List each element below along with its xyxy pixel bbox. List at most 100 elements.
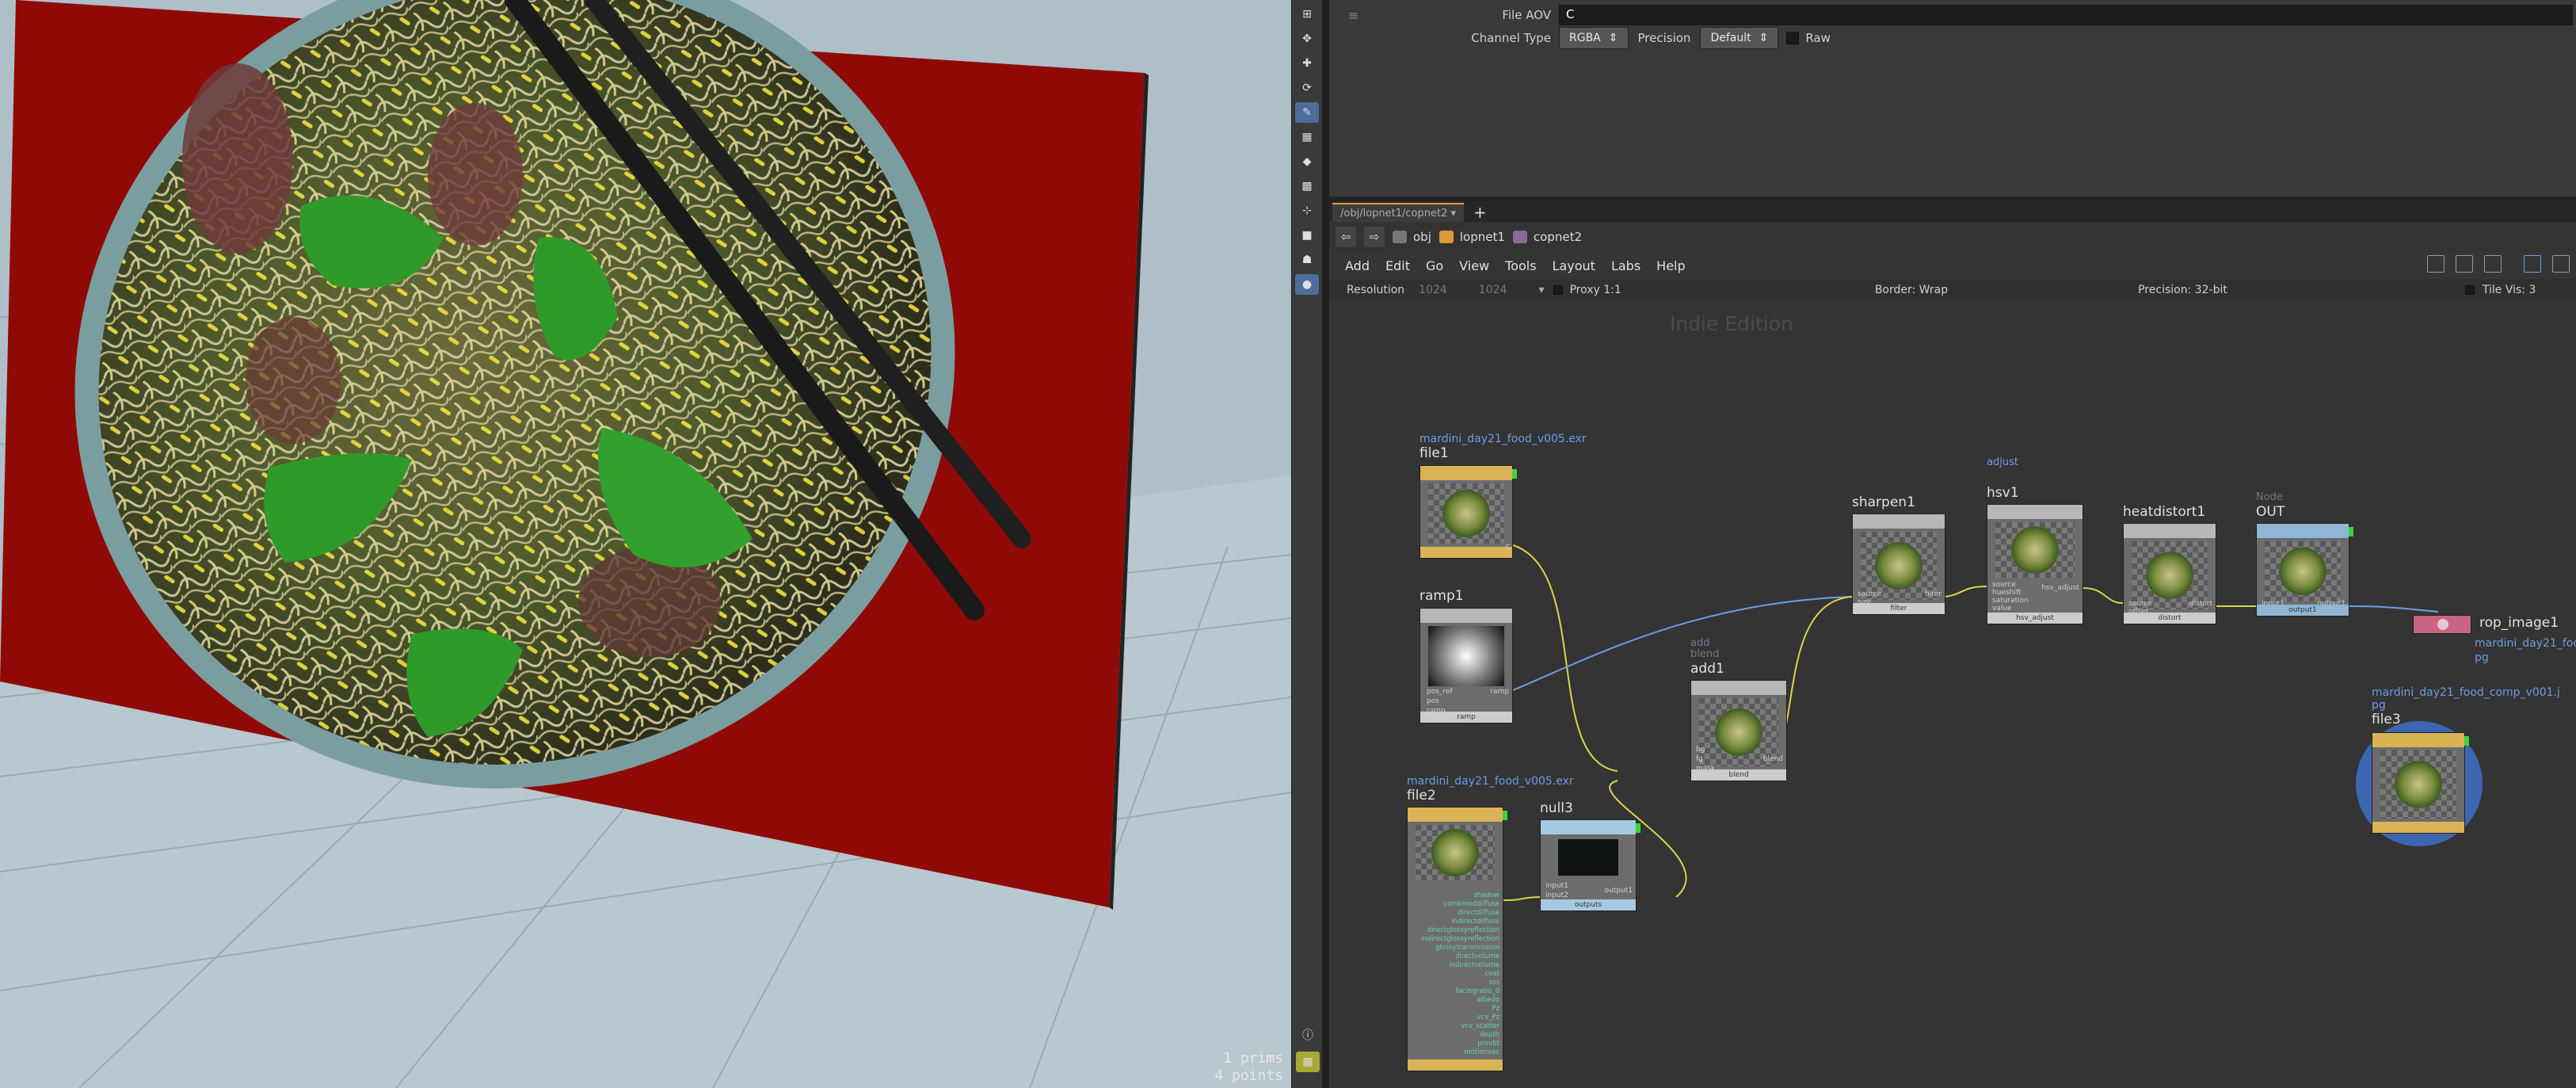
- file2-port[interactable]: glossytransmission: [1421, 944, 1499, 952]
- file2-port[interactable]: indirectdiffuse: [1421, 918, 1499, 926]
- port-saturation[interactable]: saturation: [1992, 597, 2029, 605]
- menu-view[interactable]: View: [1459, 258, 1489, 273]
- file2-port[interactable]: indirectvolume: [1421, 961, 1499, 970]
- breadcrumb-lopnet1[interactable]: lopnet1: [1439, 230, 1505, 244]
- tree-icon[interactable]: [2456, 255, 2473, 273]
- node-file1[interactable]: C: [1419, 465, 1517, 559]
- port-pos-ref[interactable]: pos_ref: [1427, 688, 1453, 696]
- port-source[interactable]: source: [1858, 590, 1881, 598]
- port-fg[interactable]: fg: [1696, 755, 1703, 763]
- grid-view-icon[interactable]: [2524, 255, 2541, 273]
- node-out[interactable]: input1 input2 output1 output1: [2256, 523, 2353, 617]
- snap-point-icon[interactable]: ◆: [1295, 151, 1319, 172]
- menu-go[interactable]: Go: [1426, 258, 1443, 273]
- port-distort[interactable]: distort: [2189, 600, 2212, 608]
- file2-port[interactable]: combineddiffuse: [1421, 900, 1499, 909]
- menu-layout[interactable]: Layout: [1553, 258, 1595, 273]
- node-null3[interactable]: input1 input2 output1 outputs: [1540, 819, 1640, 911]
- node-sharpen1[interactable]: source size mask filter filter: [1852, 513, 1945, 615]
- scene-viewport[interactable]: 1 prims 4 points: [0, 0, 1291, 1088]
- file2-port[interactable]: vcv_scatter: [1421, 1022, 1499, 1031]
- file2-port[interactable]: vcv_Pz: [1421, 1014, 1499, 1022]
- port-bg[interactable]: bg: [1696, 746, 1705, 754]
- menu-labs[interactable]: Labs: [1611, 258, 1640, 273]
- display-flag[interactable]: [1636, 823, 1640, 833]
- menu-edit[interactable]: Edit: [1385, 258, 1410, 273]
- channel-type-select[interactable]: RGBA ⇕: [1559, 27, 1629, 49]
- proxy-checkbox[interactable]: [1553, 285, 1564, 295]
- port-source[interactable]: source: [2128, 600, 2152, 608]
- port-filter[interactable]: filter: [1925, 590, 1942, 598]
- port-source[interactable]: source: [1992, 581, 2016, 589]
- port-input1[interactable]: input1: [1545, 882, 1568, 890]
- wrench-icon[interactable]: [2427, 255, 2445, 273]
- res-width-field[interactable]: 1024: [1419, 284, 1447, 296]
- select-icon[interactable]: ✥: [1295, 29, 1319, 49]
- raw-checkbox[interactable]: [1786, 32, 1800, 44]
- node-ramp1[interactable]: pos_ref pos ramp ramp ramp: [1419, 608, 1513, 723]
- lights-icon[interactable]: ☗: [1295, 250, 1319, 270]
- tab-network[interactable]: /obj/lopnet1/copnet2 ▾: [1332, 203, 1465, 222]
- list-icon[interactable]: [2484, 255, 2502, 273]
- file2-port[interactable]: sss: [1421, 979, 1499, 987]
- chevron-down-icon[interactable]: ▾: [1450, 208, 1456, 220]
- rotate-icon[interactable]: ⟳: [1295, 78, 1319, 98]
- display-flag[interactable]: [1503, 811, 1507, 820]
- render-region-icon[interactable]: ●: [1295, 274, 1319, 295]
- file-aov-field[interactable]: C: [1559, 5, 2573, 25]
- pivot-icon[interactable]: ⊹: [1295, 200, 1319, 221]
- precision-select[interactable]: Default ⇕: [1700, 27, 1779, 49]
- tilevis-checkbox[interactable]: [2464, 285, 2475, 295]
- display-flag[interactable]: [2464, 736, 2469, 746]
- display-flag[interactable]: [1512, 469, 1517, 479]
- forward-arrow-icon[interactable]: ⇨: [1364, 227, 1385, 247]
- handle-icon[interactable]: ▩: [1295, 176, 1319, 197]
- network-editor[interactable]: Indie Edition mardini_day21_food_v005.ex…: [1329, 301, 2576, 1088]
- node-hsv1[interactable]: source hueshift saturation value mask hs…: [1987, 504, 2083, 624]
- display-options-icon[interactable]: ⊞: [1295, 4, 1319, 25]
- display-flag[interactable]: [2349, 527, 2353, 536]
- port-ramp-out[interactable]: ramp: [1490, 688, 1509, 696]
- node-rop-image1[interactable]: [2413, 615, 2471, 634]
- add-tab-icon[interactable]: +: [1464, 203, 1496, 222]
- port-c[interactable]: C: [1506, 544, 1511, 552]
- port-pos[interactable]: pos: [1427, 697, 1439, 705]
- menu-help[interactable]: Help: [1656, 258, 1685, 273]
- file2-port[interactable]: directdiffuse: [1421, 909, 1499, 918]
- breadcrumb-obj[interactable]: obj: [1393, 230, 1431, 244]
- snap-grid-icon[interactable]: ▦: [1295, 127, 1319, 147]
- node-add1[interactable]: bg fg mask blend blend: [1690, 680, 1787, 781]
- file2-port[interactable]: indirectglossyreflection: [1421, 935, 1499, 944]
- port-hueshift[interactable]: hueshift: [1992, 589, 2021, 597]
- file2-port[interactable]: motionvec: [1421, 1048, 1499, 1057]
- view-tool-icon[interactable]: ✎: [1295, 102, 1319, 123]
- node-heatdistort1[interactable]: source offset mask distort distort: [2123, 523, 2216, 624]
- file2-port[interactable]: depth: [1421, 1031, 1499, 1040]
- file2-port[interactable]: directvolume: [1421, 952, 1499, 961]
- pane-divider[interactable]: [1323, 0, 1329, 1088]
- back-arrow-icon[interactable]: ⇦: [1336, 227, 1356, 247]
- breadcrumb-copnet2[interactable]: copnet2: [1512, 230, 1582, 244]
- quad-view-icon[interactable]: ▦: [1296, 1052, 1320, 1072]
- gear-icon[interactable]: ≡: [1348, 8, 1358, 23]
- node-file3[interactable]: [2372, 732, 2469, 834]
- file2-port[interactable]: coat: [1421, 970, 1499, 979]
- camera-icon[interactable]: ■: [1295, 225, 1319, 246]
- info-icon[interactable]: ⓘ: [1296, 1025, 1320, 1045]
- file2-port[interactable]: prevbt: [1421, 1040, 1499, 1048]
- port-blend[interactable]: blend: [1763, 755, 1783, 763]
- res-dropdown-icon[interactable]: ▾: [1538, 284, 1544, 296]
- menu-add[interactable]: Add: [1345, 258, 1370, 273]
- port-value[interactable]: value: [1992, 605, 2012, 613]
- port-hsv-adjust[interactable]: hsv_adjust: [2041, 584, 2079, 592]
- move-icon[interactable]: ✚: [1295, 53, 1319, 74]
- file2-port[interactable]: directglossyreflection: [1421, 926, 1499, 935]
- split-view-icon[interactable]: [2552, 255, 2570, 273]
- precision-mode-label[interactable]: Precision: 32-bit: [2138, 284, 2227, 296]
- file2-port[interactable]: albedo: [1421, 996, 1499, 1005]
- border-label[interactable]: Border: Wrap: [1875, 284, 1948, 296]
- file2-port[interactable]: shadow: [1421, 891, 1499, 900]
- file2-port[interactable]: facingratio_0: [1421, 987, 1499, 996]
- node-file2[interactable]: shadow combineddiffuse directdiffuse indire…: [1407, 807, 1507, 1071]
- port-output1[interactable]: output1: [1605, 887, 1633, 895]
